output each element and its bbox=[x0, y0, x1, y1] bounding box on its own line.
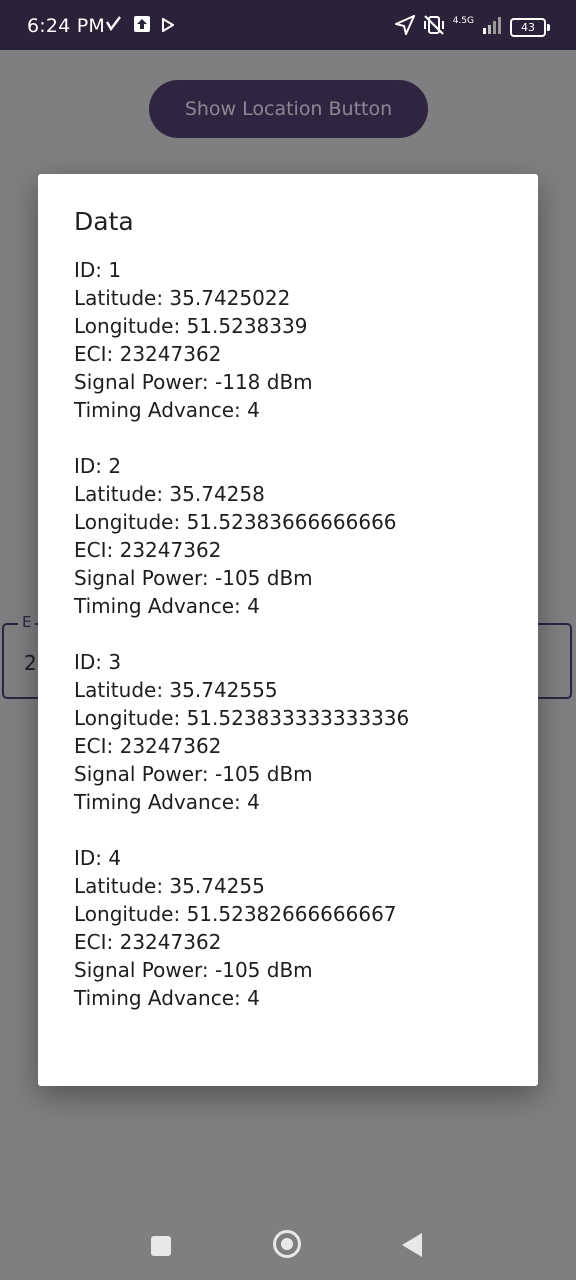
record-timing-advance: Timing Advance: 4 bbox=[74, 398, 260, 422]
navigation-bar bbox=[0, 1210, 576, 1280]
home-circle-icon[interactable] bbox=[273, 1230, 301, 1258]
vibrate-off-icon bbox=[423, 14, 445, 40]
record-latitude: Latitude: 35.7425022 bbox=[74, 286, 291, 310]
data-dialog: Data ID: 1 Latitude: 35.7425022 Longitud… bbox=[38, 174, 538, 1086]
record-3: ID: 3 Latitude: 35.742555 Longitude: 51.… bbox=[74, 648, 514, 816]
record-longitude: Longitude: 51.52382666666667 bbox=[74, 902, 397, 926]
play-icon bbox=[162, 16, 175, 36]
record-eci: ECI: 23247362 bbox=[74, 538, 222, 562]
record-id: ID: 3 bbox=[74, 650, 122, 674]
network-type-label: 4.5G bbox=[452, 15, 474, 26]
record-signal-power: Signal Power: -118 dBm bbox=[74, 370, 313, 394]
system-icons: 4.5G 43 bbox=[392, 14, 550, 40]
dialog-title: Data bbox=[74, 207, 134, 236]
battery-icon: 43 bbox=[510, 17, 550, 37]
record-longitude: Longitude: 51.523833333333336 bbox=[74, 706, 410, 730]
record-timing-advance: Timing Advance: 4 bbox=[74, 986, 260, 1010]
record-latitude: Latitude: 35.74255 bbox=[74, 874, 265, 898]
location-arrow-icon bbox=[392, 14, 416, 39]
record-longitude: Longitude: 51.5238339 bbox=[74, 314, 308, 338]
check-icon bbox=[105, 16, 122, 36]
record-signal-power: Signal Power: -105 dBm bbox=[74, 958, 313, 982]
record-id: ID: 2 bbox=[74, 454, 122, 478]
record-longitude: Longitude: 51.52383666666666 bbox=[74, 510, 397, 534]
record-eci: ECI: 23247362 bbox=[74, 930, 222, 954]
notification-icons bbox=[105, 16, 175, 36]
record-2: ID: 2 Latitude: 35.74258 Longitude: 51.5… bbox=[74, 452, 514, 620]
record-id: ID: 4 bbox=[74, 846, 122, 870]
record-timing-advance: Timing Advance: 4 bbox=[74, 790, 260, 814]
record-1: ID: 1 Latitude: 35.7425022 Longitude: 51… bbox=[74, 256, 514, 424]
signal-icon bbox=[482, 16, 502, 38]
dialog-body: ID: 1 Latitude: 35.7425022 Longitude: 51… bbox=[74, 256, 514, 1040]
record-signal-power: Signal Power: -105 dBm bbox=[74, 762, 313, 786]
upload-icon bbox=[134, 16, 150, 36]
record-signal-power: Signal Power: -105 dBm bbox=[74, 566, 313, 590]
record-id: ID: 1 bbox=[74, 258, 122, 282]
record-timing-advance: Timing Advance: 4 bbox=[74, 594, 260, 618]
back-triangle-icon[interactable] bbox=[402, 1233, 422, 1257]
status-bar: 6:24 PM 4.5G 43 bbox=[0, 0, 576, 50]
record-4: ID: 4 Latitude: 35.74255 Longitude: 51.5… bbox=[74, 844, 514, 1012]
record-latitude: Latitude: 35.742555 bbox=[74, 678, 278, 702]
recents-square-icon[interactable] bbox=[151, 1236, 171, 1256]
status-time: 6:24 PM bbox=[27, 15, 105, 37]
record-latitude: Latitude: 35.74258 bbox=[74, 482, 265, 506]
record-eci: ECI: 23247362 bbox=[74, 734, 222, 758]
record-eci: ECI: 23247362 bbox=[74, 342, 222, 366]
